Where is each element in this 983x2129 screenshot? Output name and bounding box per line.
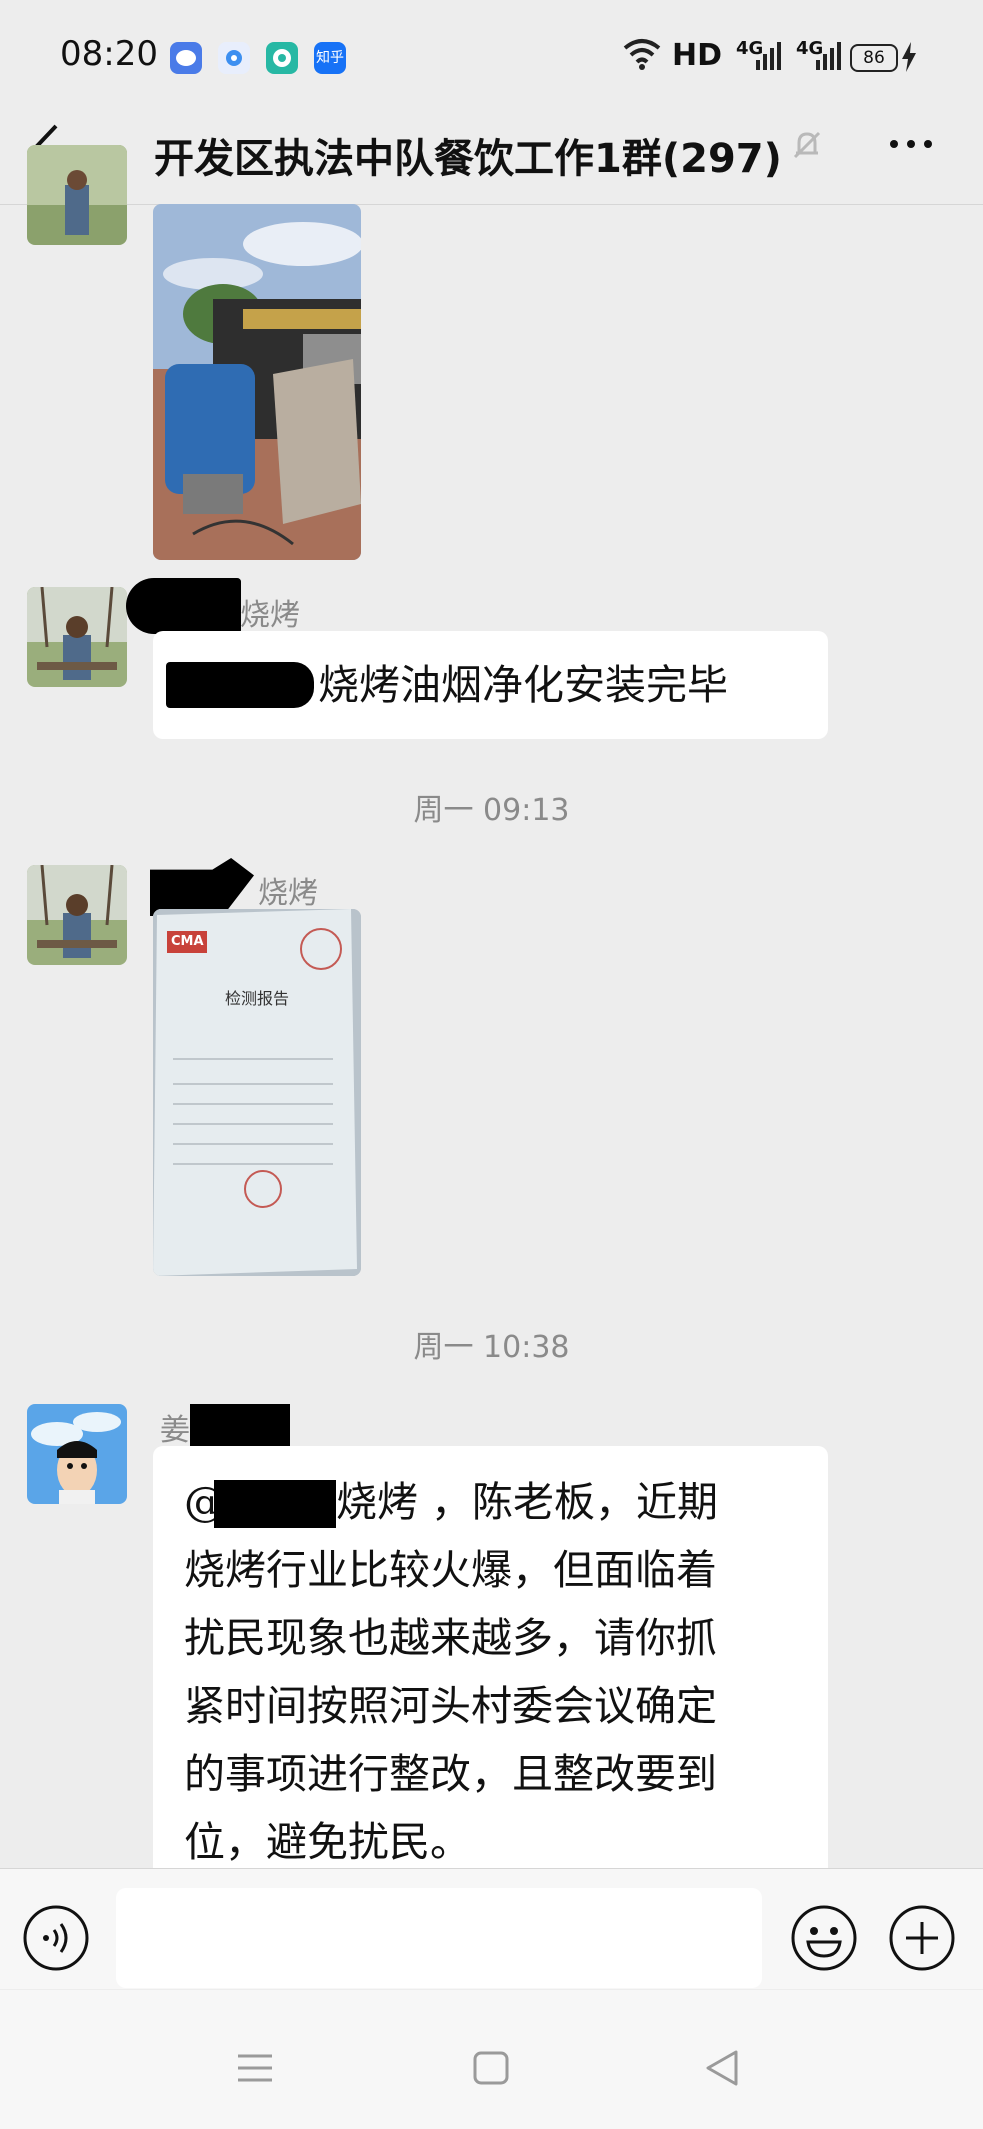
zhihu-app-icon: 知乎 [314,42,346,74]
plus-icon[interactable] [888,1904,956,1976]
timestamp: 周一 09:13 [413,793,570,828]
timestamp: 周一 10:38 [413,1330,570,1365]
signal-icon-2 [802,40,842,76]
browser-app-icon [218,42,250,74]
bell-off-icon [790,128,824,166]
sender-name: 烧烤 [240,598,300,633]
battery-indicator: 86 [850,44,898,72]
message-line: 的事项进行整改，且整改要到 [184,1750,717,1798]
cma-badge: CMA [171,934,204,949]
report-photo[interactable]: CMA 检测报告 [153,909,361,1276]
redacted-name [166,662,314,708]
photo-message[interactable] [153,204,361,560]
home-icon[interactable] [472,2050,510,2090]
wifi-icon [622,36,662,72]
redacted-name [150,858,254,916]
back-triangle-icon[interactable] [704,2048,740,2092]
redacted-name [126,578,241,634]
signal-icon-1 [742,40,782,76]
redacted-name [190,1404,290,1448]
avatar[interactable] [27,587,127,687]
clock: 08:20 [60,34,158,74]
message-app-icon [266,42,298,74]
charging-icon [900,42,918,76]
message-line: 位，避免扰民。 [184,1818,471,1866]
avatar[interactable] [27,145,127,245]
emoji-icon[interactable] [790,1904,858,1976]
message-line-1: 烧烤 ，陈老板，近期 [336,1478,719,1526]
redacted-name [214,1480,336,1528]
message-text: 烧烤油烟净化安装完毕 [318,661,728,709]
more-icon[interactable] [888,136,934,156]
voice-icon[interactable] [22,1904,90,1976]
report-title: 检测报告 [224,989,289,1008]
hd-indicator: HD [672,38,723,73]
avatar[interactable] [27,1404,127,1504]
message-line: 烧烤行业比较火爆，但面临着 [184,1546,717,1594]
chat-title: 开发区执法中队餐饮工作1群(297) [154,136,782,182]
menu-icon[interactable] [236,2052,274,2088]
sender-name: 烧烤 [258,876,318,911]
sender-name: 姜 [160,1413,190,1448]
message-line: 扰民现象也越来越多，请你抓 [184,1614,717,1662]
message-input[interactable] [116,1888,762,1988]
chat-app-icon [170,42,202,74]
message-line: 紧时间按照河头村委会议确定 [184,1682,717,1730]
avatar[interactable] [27,865,127,965]
